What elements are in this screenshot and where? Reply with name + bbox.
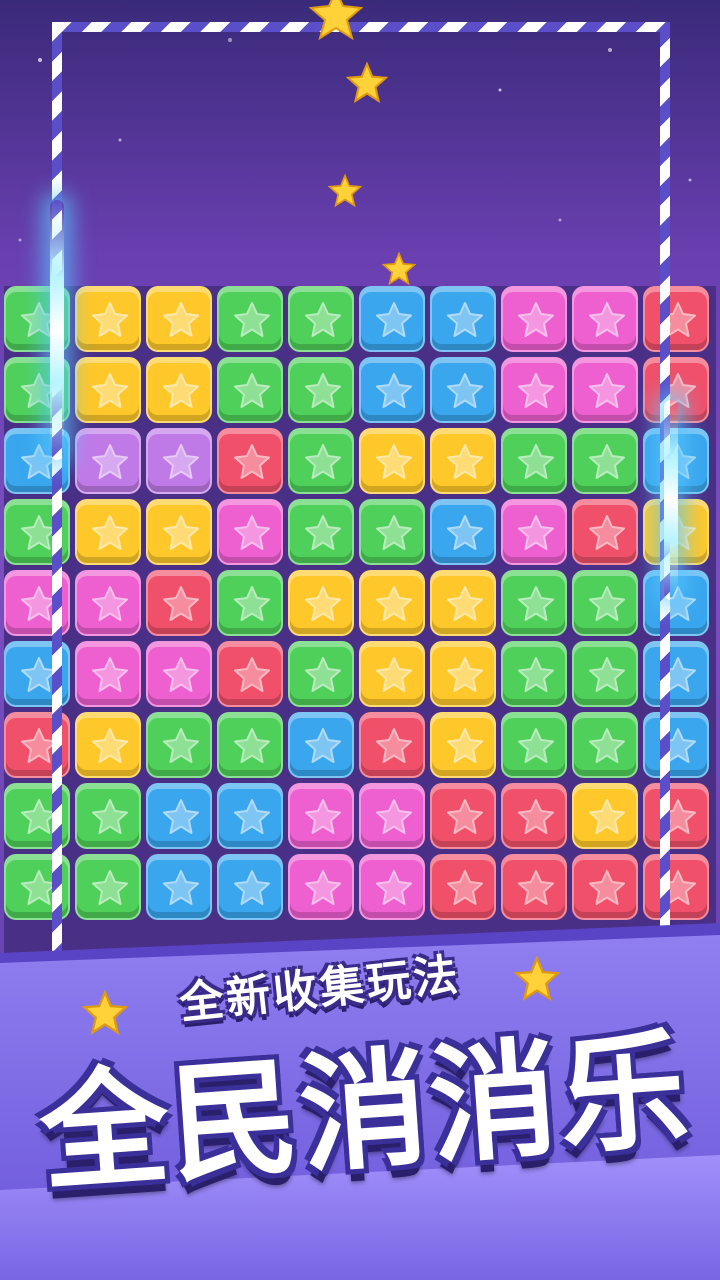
falling-star-icon — [346, 62, 388, 104]
striped-frame — [52, 22, 670, 1022]
falling-star-icon — [328, 174, 362, 208]
falling-star-icon — [382, 252, 416, 286]
falling-star-icon — [308, 0, 364, 41]
light-beam-left — [50, 200, 64, 460]
decor-star-icon — [82, 990, 128, 1036]
decor-star-icon — [514, 956, 560, 1002]
light-beam-right — [664, 400, 678, 600]
